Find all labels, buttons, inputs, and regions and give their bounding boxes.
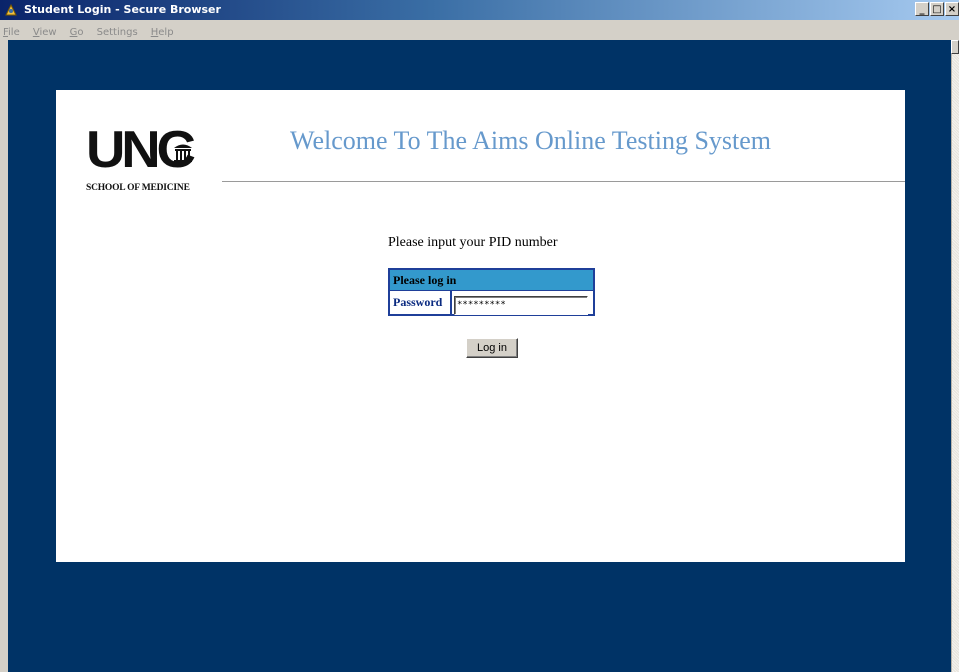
login-button[interactable]: Log in [466, 338, 518, 358]
vertical-scrollbar[interactable] [951, 40, 959, 672]
menu-settings[interactable]: Settings [97, 27, 138, 38]
scroll-up-button[interactable] [951, 40, 959, 54]
password-row: Password [390, 291, 593, 315]
menu-go[interactable]: Go [70, 27, 84, 38]
content-panel: UNC SCHOOL OF MEDICINE Welcome To The Ai… [56, 90, 905, 562]
password-field[interactable] [454, 295, 588, 315]
window-title-bar[interactable]: Student Login - Secure Browser _ □ × [0, 0, 959, 20]
login-form: Please log in Password [388, 268, 595, 316]
unc-logo: UNC SCHOOL OF MEDICINE [86, 121, 216, 198]
browser-app-icon [5, 3, 17, 16]
login-header: Please log in [390, 270, 593, 291]
title-divider [222, 181, 905, 182]
window-controls: _ □ × [914, 2, 959, 16]
maximize-button[interactable]: □ [930, 2, 944, 16]
menu-file[interactable]: File [3, 27, 20, 38]
page-title: Welcome To The Aims Online Testing Syste… [290, 126, 772, 155]
window-title: Student Login - Secure Browser [24, 3, 221, 16]
close-button[interactable]: × [945, 2, 959, 16]
old-well-icon [174, 144, 192, 162]
menu-bar: File View Go Settings Help [0, 20, 959, 40]
pid-prompt: Please input your PID number [388, 235, 558, 250]
menu-help[interactable]: Help [151, 27, 174, 38]
logo-subtitle: SCHOOL OF MEDICINE [86, 183, 190, 193]
minimize-button[interactable]: _ [915, 2, 929, 16]
password-label: Password [390, 291, 452, 314]
page-viewport: UNC SCHOOL OF MEDICINE Welcome To The Ai… [8, 40, 951, 672]
menu-view[interactable]: View [33, 27, 57, 38]
password-cell [452, 291, 593, 315]
